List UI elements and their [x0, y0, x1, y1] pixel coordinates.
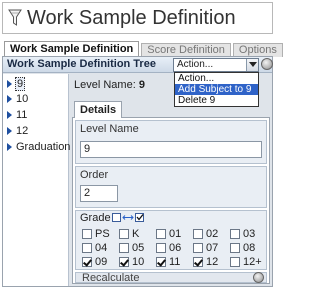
tab-score-definition[interactable]: Score Definition — [141, 43, 231, 57]
grade-transfer-icon[interactable] — [112, 212, 146, 223]
tab-options[interactable]: Options — [232, 43, 283, 57]
grade-checkbox-04[interactable]: 04 — [82, 241, 107, 254]
expand-arrow-icon[interactable] — [7, 94, 12, 103]
checkbox-box[interactable] — [119, 228, 129, 239]
details-panel: Level Name 9 Order 2 Grade PS K 01 02 03… — [72, 117, 270, 284]
level-name-caption: Level Name: — [74, 79, 136, 91]
go-button[interactable] — [261, 58, 273, 70]
checkbox-label: 12 — [206, 255, 219, 268]
checkbox-box[interactable] — [156, 228, 166, 239]
level-name-input[interactable]: 9 — [80, 141, 262, 158]
checkbox-label: 01 — [169, 227, 182, 240]
grade-checkbox-10[interactable]: 10 — [119, 255, 144, 268]
grade-checkbox-07[interactable]: 07 — [193, 241, 218, 254]
tree-item-10[interactable]: 10 — [7, 92, 29, 105]
action-select[interactable]: Action... — [173, 58, 259, 72]
grade-checkbox-06[interactable]: 06 — [156, 241, 181, 254]
grade-checkbox-09[interactable]: 09 — [82, 255, 107, 268]
checkbox-box[interactable] — [193, 242, 203, 253]
checkbox-label: 11 — [169, 255, 181, 268]
grade-checkbox-k[interactable]: K — [119, 227, 139, 240]
checkbox-label: 04 — [95, 241, 108, 254]
checkbox-box[interactable] — [193, 256, 203, 267]
grade-checkbox-11[interactable]: 11 — [156, 255, 180, 268]
recalculate-bar: Recalculate — [75, 272, 267, 284]
checkbox-label: 06 — [169, 241, 182, 254]
action-select-value: Action... — [177, 59, 214, 70]
expand-arrow-icon[interactable] — [7, 126, 12, 135]
checkbox-box[interactable] — [230, 242, 240, 253]
expand-arrow-icon[interactable] — [7, 110, 12, 119]
checkbox-box[interactable] — [119, 256, 129, 267]
menu-item-action[interactable]: Action... — [175, 73, 258, 84]
checkbox-box[interactable] — [156, 242, 166, 253]
level-name-field-label: Level Name — [80, 123, 139, 135]
window-title: Work Sample Definition — [27, 6, 236, 29]
tab-details[interactable]: Details — [74, 101, 123, 118]
grade-checkbox-12-plus[interactable]: 12+ — [230, 255, 262, 268]
expand-arrow-icon[interactable] — [7, 142, 12, 151]
tree-item-label: 11 — [16, 108, 28, 121]
grade-checkbox-03[interactable]: 03 — [230, 227, 255, 240]
tree-item-label: 9 — [15, 76, 26, 91]
menu-item-delete[interactable]: Delete 9 — [175, 95, 258, 106]
order-field-label: Order — [80, 169, 109, 181]
level-name-heading: Level Name: 9 — [74, 79, 145, 91]
main-tab-strip: Work Sample Definition Score Definition … — [4, 41, 285, 57]
tree-item-graduation[interactable]: Graduation — [7, 140, 71, 153]
tree-item-label: 10 — [16, 92, 29, 105]
grade-checkbox-01[interactable]: 01 — [156, 227, 181, 240]
filter-funnel-icon — [7, 7, 23, 29]
tree-item-9[interactable]: 9 — [7, 76, 26, 91]
tree-title: Work Sample Definition Tree — [7, 58, 156, 70]
checkbox-box[interactable] — [230, 228, 240, 239]
grade-label: Grade — [80, 212, 111, 224]
definition-tree: 9 10 11 12 Graduation — [3, 74, 71, 286]
tab-work-sample-definition[interactable]: Work Sample Definition — [4, 41, 140, 57]
grade-checkbox-05[interactable]: 05 — [119, 241, 144, 254]
tree-item-label: 12 — [16, 124, 29, 137]
checkbox-box[interactable] — [82, 242, 92, 253]
level-name-value: 9 — [138, 79, 145, 91]
checkbox-label: 03 — [243, 227, 256, 240]
tree-header-bar: Work Sample Definition Tree Action... — [3, 57, 273, 73]
action-dropdown-menu: Action... Add Subject to 9 Delete 9 — [174, 72, 259, 107]
checkbox-box[interactable] — [82, 228, 92, 239]
recalculate-label: Recalculate — [82, 272, 140, 284]
tree-item-12[interactable]: 12 — [7, 124, 29, 137]
checkbox-box[interactable] — [156, 256, 166, 267]
checkbox-label: PS — [95, 227, 110, 240]
tree-item-11[interactable]: 11 — [7, 108, 28, 121]
recalculate-button[interactable] — [253, 272, 264, 283]
checkbox-label: 05 — [132, 241, 145, 254]
grade-group: Grade PS K 01 02 03 04 05 06 07 08 09 10… — [75, 210, 267, 270]
checkbox-box[interactable] — [230, 256, 240, 267]
tree-item-label: Graduation — [16, 140, 71, 153]
order-field-group: Order 2 — [75, 166, 267, 208]
menu-item-add-subject[interactable]: Add Subject to 9 — [175, 84, 258, 95]
checkbox-label: 09 — [95, 255, 108, 268]
expand-arrow-icon[interactable] — [7, 79, 12, 88]
checkbox-label: 10 — [132, 255, 145, 268]
work-sample-definition-panel: Work Sample Definition Tree Action... Ac… — [2, 56, 273, 287]
grade-checkbox-02[interactable]: 02 — [193, 227, 218, 240]
grade-checkbox-ps[interactable]: PS — [82, 227, 110, 240]
order-input[interactable]: 2 — [80, 185, 118, 202]
grade-checkbox-08[interactable]: 08 — [230, 241, 255, 254]
checkbox-box[interactable] — [119, 242, 129, 253]
checkbox-label: 02 — [206, 227, 219, 240]
checkbox-label: 07 — [206, 241, 219, 254]
checkbox-label: K — [132, 227, 140, 240]
window-title-bar: Work Sample Definition — [2, 2, 273, 34]
checkbox-box[interactable] — [82, 256, 92, 267]
level-name-field-group: Level Name 9 — [75, 120, 267, 164]
checkbox-box[interactable] — [193, 228, 203, 239]
grade-checkbox-12[interactable]: 12 — [193, 255, 218, 268]
chevron-down-icon[interactable] — [246, 59, 258, 71]
checkbox-label: 12+ — [243, 255, 262, 268]
checkbox-label: 08 — [243, 241, 256, 254]
